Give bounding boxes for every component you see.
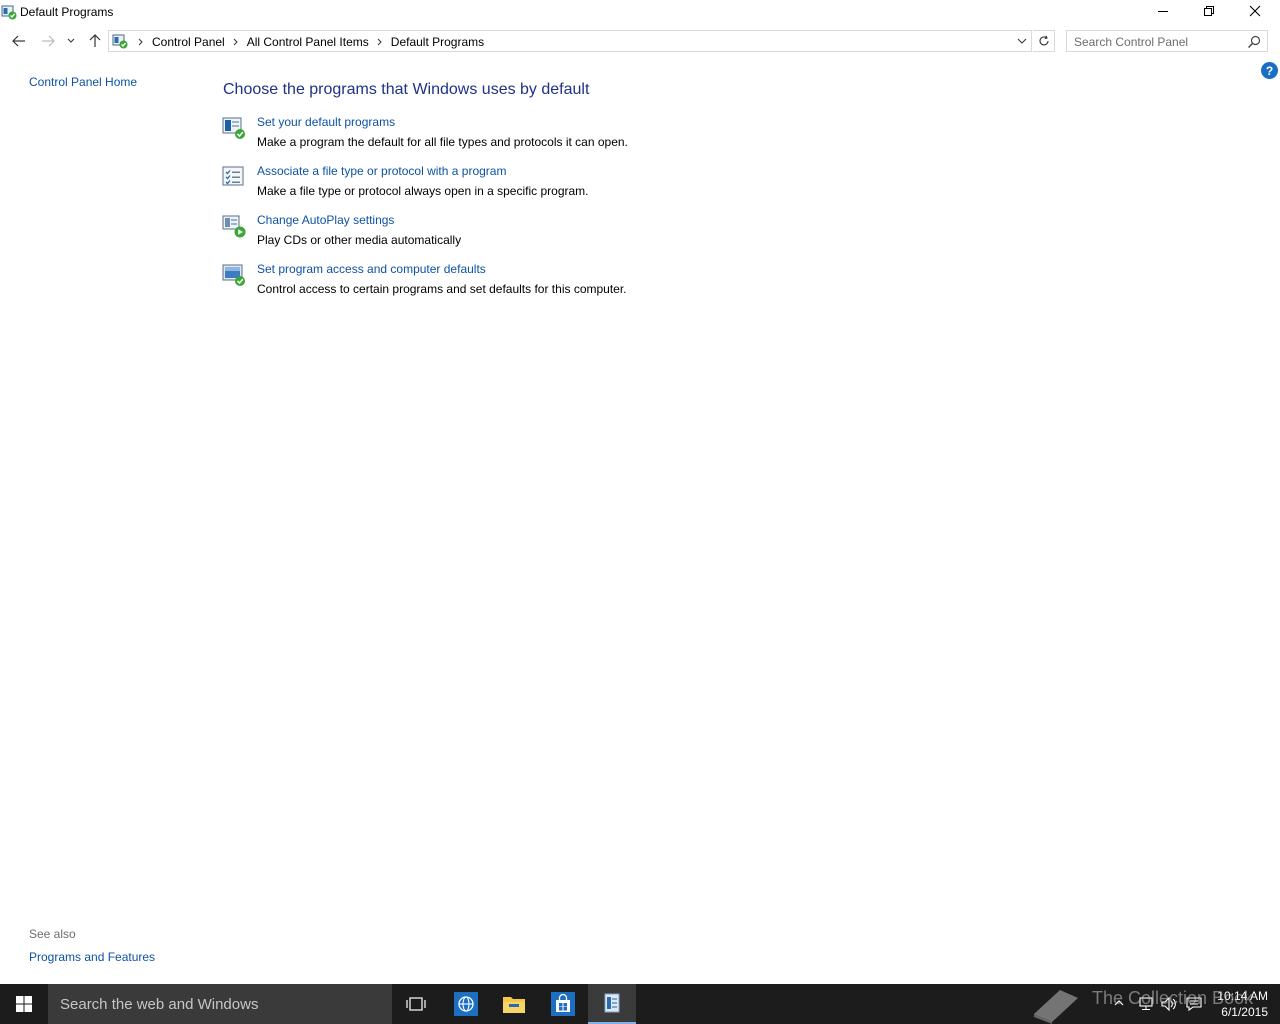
windows-logo-icon (16, 996, 32, 1012)
task-set-default-programs: Set your default programs Make a program… (221, 115, 741, 155)
minimize-button[interactable] (1140, 0, 1186, 22)
store-bag-icon (551, 992, 575, 1016)
folder-icon (503, 997, 525, 1013)
back-arrow-icon (12, 35, 25, 47)
close-button[interactable] (1232, 0, 1278, 22)
taskbar: 10:14 AM 6/1/2015 (0, 984, 1280, 1024)
browser-globe-icon (454, 992, 478, 1016)
up-button[interactable] (84, 30, 106, 52)
set-program-access-link[interactable]: Set program access and computer defaults (257, 262, 486, 276)
breadcrumb-control-panel[interactable]: Control Panel (149, 35, 228, 49)
clock[interactable]: 10:14 AM 6/1/2015 (1208, 988, 1268, 1020)
default-programs-icon (222, 117, 245, 139)
back-button[interactable] (8, 30, 30, 52)
up-arrow-icon (89, 34, 101, 47)
task-view-button[interactable] (392, 984, 440, 1024)
restore-button[interactable] (1186, 0, 1232, 22)
task-view-icon (406, 997, 426, 1011)
address-dropdown-button[interactable] (1015, 34, 1029, 48)
taskbar-search-input[interactable] (60, 995, 380, 1013)
associate-file-type-link[interactable]: Associate a file type or protocol with a… (257, 164, 506, 178)
refresh-icon (1039, 35, 1049, 46)
chevron-down-icon (1017, 38, 1027, 44)
chevron-down-icon (67, 38, 75, 43)
clock-date: 6/1/2015 (1221, 1005, 1268, 1019)
clock-time: 10:14 AM (1217, 989, 1268, 1003)
address-bar[interactable]: Control Panel All Control Panel Items De… (108, 30, 1032, 52)
task-associate-file-type: Associate a file type or protocol with a… (221, 164, 741, 204)
search-icon[interactable] (1247, 35, 1261, 49)
default-programs-app-icon (1, 5, 17, 20)
task-description: Control access to certain programs and s… (257, 282, 627, 296)
title-bar: Default Programs (0, 0, 1280, 24)
change-autoplay-settings-link[interactable]: Change AutoPlay settings (257, 213, 394, 227)
task-description: Make a file type or protocol always open… (257, 184, 589, 198)
breadcrumb-default-programs[interactable]: Default Programs (388, 35, 487, 49)
task-description: Play CDs or other media automatically (257, 233, 462, 247)
taskbar-search[interactable] (48, 984, 392, 1024)
control-panel-icon (112, 34, 128, 49)
forward-button[interactable] (37, 30, 59, 52)
task-description: Make a program the default for all file … (257, 135, 628, 149)
search-box[interactable] (1066, 30, 1268, 52)
start-button[interactable] (0, 984, 48, 1024)
see-also-heading: See also (29, 927, 76, 941)
taskbar-store[interactable] (539, 984, 587, 1024)
action-center-icon[interactable] (1185, 996, 1203, 1012)
chevron-right-icon[interactable] (374, 36, 386, 48)
volume-icon[interactable] (1160, 996, 1178, 1012)
minimize-icon (1158, 11, 1168, 12)
page-title: Choose the programs that Windows uses by… (223, 81, 590, 98)
task-program-access: Set program access and computer defaults… (221, 262, 741, 302)
recent-locations-button[interactable] (62, 30, 80, 52)
set-default-programs-link[interactable]: Set your default programs (257, 115, 395, 129)
programs-and-features-link[interactable]: Programs and Features (29, 950, 155, 964)
breadcrumb-all-control-panel-items[interactable]: All Control Panel Items (244, 35, 372, 49)
help-button[interactable]: ? (1261, 62, 1278, 79)
search-input[interactable] (1074, 34, 1242, 49)
refresh-button[interactable] (1033, 30, 1055, 52)
restore-icon (1204, 6, 1214, 16)
close-icon (1249, 5, 1261, 17)
chevron-right-icon[interactable] (135, 36, 147, 48)
navigation-bar: Control Panel All Control Panel Items De… (0, 28, 1280, 54)
breadcrumb: Control Panel All Control Panel Items De… (133, 35, 487, 49)
network-icon[interactable] (1136, 996, 1154, 1012)
taskbar-browser[interactable] (442, 984, 490, 1024)
taskbar-control-panel[interactable] (588, 984, 636, 1024)
chevron-right-icon[interactable] (230, 36, 242, 48)
control-panel-icon (604, 993, 620, 1013)
program-access-icon (222, 264, 245, 286)
taskbar-file-explorer[interactable] (490, 984, 538, 1024)
file-association-icon (222, 166, 244, 186)
autoplay-icon (222, 215, 246, 238)
show-hidden-icons-icon[interactable] (1112, 996, 1126, 1010)
forward-arrow-icon (42, 35, 55, 47)
control-panel-home-link[interactable]: Control Panel Home (29, 75, 137, 89)
window-title: Default Programs (20, 5, 114, 19)
task-change-autoplay: Change AutoPlay settings Play CDs or oth… (221, 213, 741, 253)
